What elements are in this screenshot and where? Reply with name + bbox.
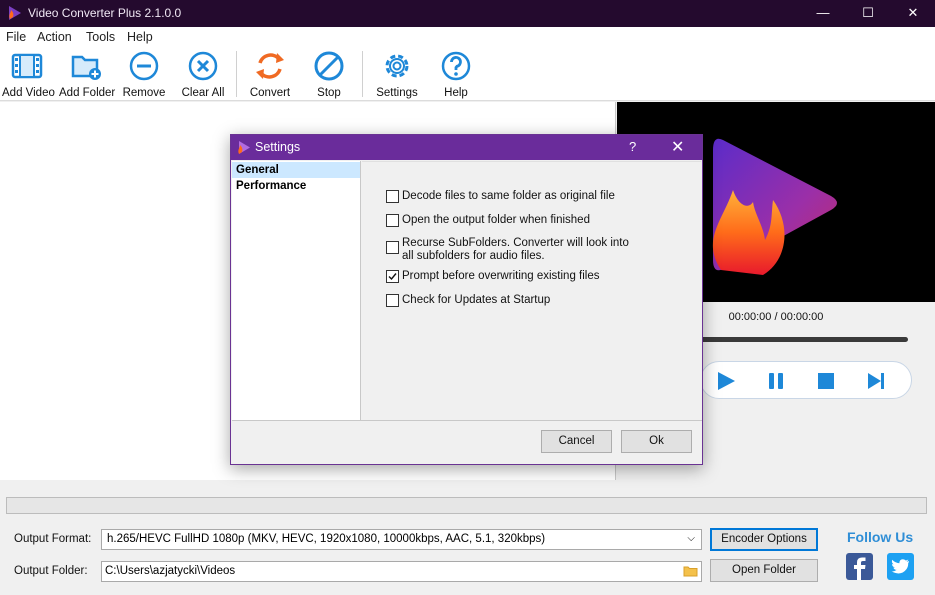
conversion-progress-bar bbox=[6, 497, 927, 514]
output-folder-input[interactable]: C:\Users\azjatycki\Videos bbox=[101, 561, 702, 582]
minus-circle-icon bbox=[129, 51, 159, 81]
option-label: Decode files to same folder as original … bbox=[402, 190, 615, 202]
clear-all-button[interactable]: Clear All bbox=[181, 49, 225, 99]
seek-bar[interactable] bbox=[700, 337, 908, 342]
play-icon[interactable] bbox=[715, 370, 737, 392]
option-label: Check for Updates at Startup bbox=[402, 294, 551, 306]
option-label: Open the output folder when finished bbox=[402, 214, 590, 226]
menu-action[interactable]: Action bbox=[37, 30, 72, 44]
question-circle-icon bbox=[441, 51, 471, 81]
checkmark-icon bbox=[388, 273, 397, 281]
dialog-title-bar: Settings ? ✕ bbox=[231, 135, 702, 160]
convert-button[interactable]: Convert bbox=[248, 49, 292, 99]
toolbar-separator bbox=[236, 51, 237, 97]
checkbox-checked[interactable] bbox=[386, 270, 399, 283]
help-label: Help bbox=[444, 87, 468, 99]
dialog-help-button[interactable]: ? bbox=[629, 139, 636, 154]
facebook-icon[interactable] bbox=[846, 553, 873, 580]
settings-button[interactable]: Settings bbox=[375, 49, 419, 99]
x-circle-icon bbox=[188, 51, 218, 81]
output-format-select[interactable]: h.265/HEVC FullHD 1080p (MKV, HEVC, 1920… bbox=[101, 529, 702, 550]
output-format-label: Output Format: bbox=[14, 533, 92, 545]
nav-item-performance[interactable]: Performance bbox=[232, 178, 360, 194]
encoder-options-button[interactable]: Encoder Options bbox=[710, 528, 818, 551]
toolbar: Add Video Add Folder Remove Clear All Co bbox=[0, 47, 935, 101]
dialog-title: Settings bbox=[255, 140, 301, 154]
maximize-button[interactable]: ☐ bbox=[845, 0, 891, 27]
menu-tools[interactable]: Tools bbox=[86, 30, 115, 44]
cancel-button[interactable]: Cancel bbox=[541, 430, 612, 453]
stop-icon bbox=[314, 51, 344, 81]
settings-nav: General Performance bbox=[232, 161, 361, 420]
playback-controls bbox=[700, 361, 912, 399]
stop-label: Stop bbox=[317, 87, 341, 99]
help-button[interactable]: Help bbox=[437, 49, 475, 99]
folder-add-icon bbox=[71, 55, 101, 80]
remove-button[interactable]: Remove bbox=[122, 49, 166, 99]
pause-icon[interactable] bbox=[765, 370, 787, 392]
convert-label: Convert bbox=[249, 87, 291, 99]
add-video-label: Add Video bbox=[2, 87, 55, 99]
dialog-footer: Cancel Ok bbox=[232, 420, 702, 464]
checkbox[interactable] bbox=[386, 190, 399, 203]
output-folder-label: Output Folder: bbox=[14, 565, 88, 577]
settings-label: Settings bbox=[376, 87, 418, 99]
output-folder-value: C:\Users\azjatycki\Videos bbox=[105, 565, 236, 577]
window-title: Video Converter Plus 2.1.0.0 bbox=[28, 6, 182, 20]
add-video-button[interactable]: Add Video bbox=[2, 49, 55, 99]
add-folder-label: Add Folder bbox=[59, 87, 116, 99]
clear-all-label: Clear All bbox=[181, 87, 225, 99]
film-icon bbox=[11, 53, 43, 79]
checkbox[interactable] bbox=[386, 294, 399, 307]
output-format-value: h.265/HEVC FullHD 1080p (MKV, HEVC, 1920… bbox=[107, 533, 546, 545]
app-logo-icon bbox=[712, 138, 837, 275]
settings-dialog: Settings ? ✕ General Performance Decode … bbox=[230, 134, 703, 465]
follow-us-heading: Follow Us bbox=[847, 529, 914, 545]
stop-button[interactable]: Stop bbox=[309, 49, 349, 99]
settings-pane: Decode files to same folder as original … bbox=[362, 161, 701, 420]
close-button[interactable]: ✕ bbox=[890, 0, 935, 27]
stop-playback-icon[interactable] bbox=[815, 370, 837, 392]
next-icon[interactable] bbox=[865, 370, 887, 392]
checkbox[interactable] bbox=[386, 241, 399, 254]
menu-help[interactable]: Help bbox=[127, 30, 153, 44]
menu-bar: File Action Tools Help bbox=[0, 27, 935, 47]
refresh-icon bbox=[256, 53, 284, 79]
toolbar-separator bbox=[362, 51, 363, 97]
title-bar: Video Converter Plus 2.1.0.0 — ☐ ✕ bbox=[0, 0, 935, 27]
option-label: Recurse SubFolders. Converter will look … bbox=[402, 237, 629, 262]
twitter-icon[interactable] bbox=[887, 553, 914, 580]
menu-file[interactable]: File bbox=[6, 30, 26, 44]
app-logo-icon bbox=[238, 141, 250, 154]
minimize-button[interactable]: — bbox=[800, 0, 846, 27]
gear-icon bbox=[385, 54, 409, 78]
app-logo-icon bbox=[9, 6, 21, 20]
option-label: Prompt before overwriting existing files bbox=[402, 270, 600, 282]
dialog-close-button[interactable]: ✕ bbox=[671, 137, 684, 157]
nav-item-general[interactable]: General bbox=[232, 162, 360, 178]
add-folder-button[interactable]: Add Folder bbox=[59, 49, 116, 99]
folder-icon[interactable] bbox=[683, 565, 698, 577]
checkbox[interactable] bbox=[386, 214, 399, 227]
ok-button[interactable]: Ok bbox=[621, 430, 692, 453]
open-folder-button[interactable]: Open Folder bbox=[710, 559, 818, 582]
remove-label: Remove bbox=[122, 87, 166, 99]
chevron-down-icon: ⌵ bbox=[687, 533, 695, 544]
